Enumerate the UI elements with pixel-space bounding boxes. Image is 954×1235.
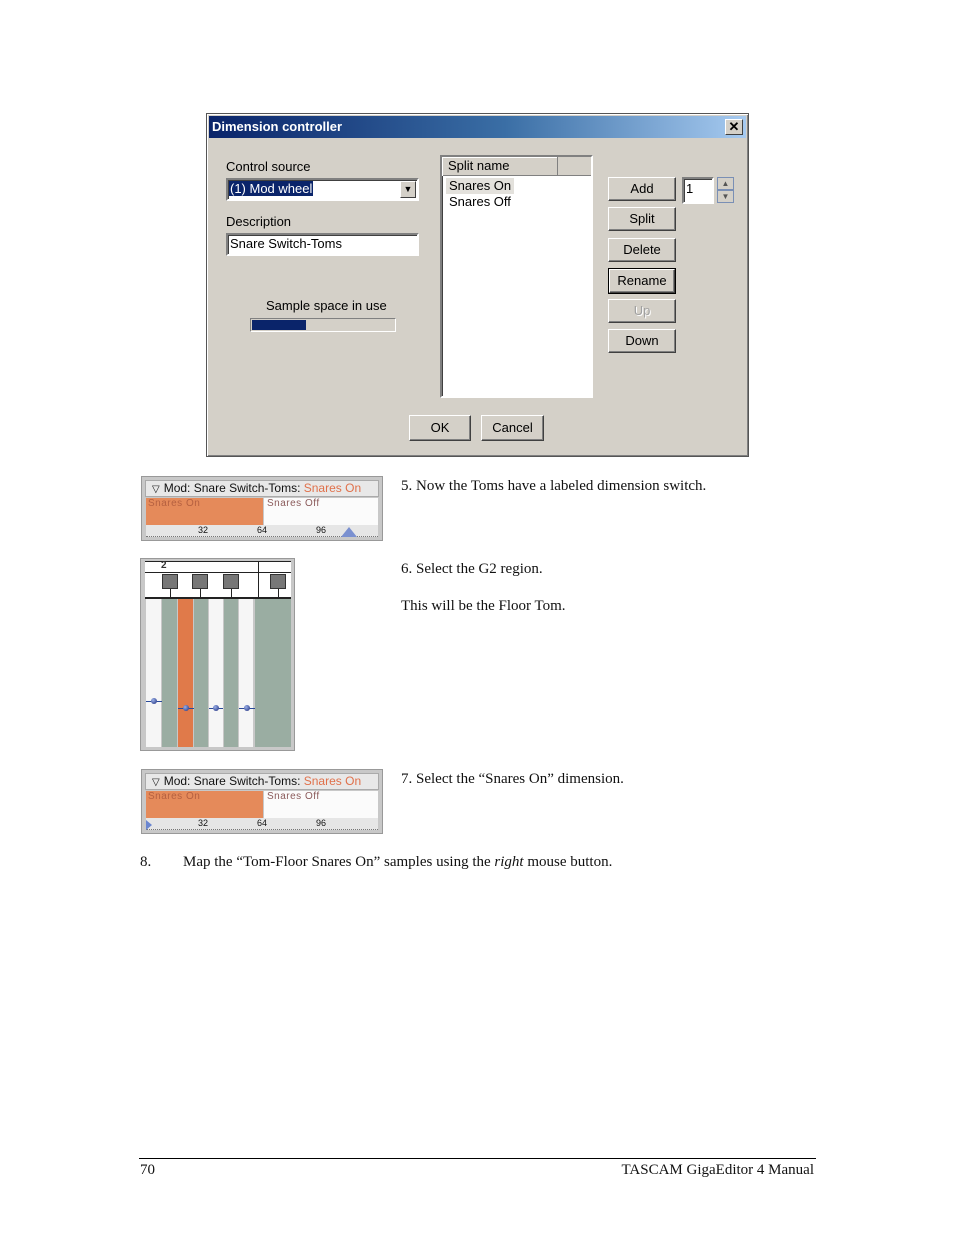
control-source-select[interactable]: (1) Mod wheel ▼ <box>226 178 419 201</box>
region-column[interactable] <box>224 599 238 747</box>
step-8-text: Map the “Tom-Floor Snares On” samples us… <box>183 854 495 870</box>
region-column[interactable] <box>255 599 291 747</box>
value-marker-icon[interactable] <box>146 820 152 830</box>
tick-label: 96 <box>316 525 327 535</box>
octave-label: 2 <box>161 560 167 571</box>
dialog-title: Dimension controller <box>212 119 343 134</box>
black-key[interactable] <box>223 574 239 589</box>
key-divider <box>278 589 279 598</box>
spin-up-icon[interactable]: ▲ <box>717 177 734 190</box>
key-divider <box>170 589 171 598</box>
step-6: 6. Select the G2 region. <box>401 561 543 577</box>
column-header-split-name[interactable]: Split name <box>442 157 558 176</box>
velocity-handle[interactable] <box>183 705 189 711</box>
zone-snares-off[interactable]: Snares Off <box>264 498 378 525</box>
region-column[interactable] <box>194 599 208 747</box>
footer-rule <box>139 1158 816 1159</box>
step-8-text-end: mouse button. <box>523 854 613 870</box>
manual-title: TASCAM GigaEditor 4 Manual <box>621 1162 814 1178</box>
region-column[interactable] <box>146 599 161 747</box>
zone-snares-on[interactable]: Snares On <box>146 498 263 525</box>
black-key[interactable] <box>270 574 286 589</box>
value-ruler[interactable]: 32 64 96 <box>146 818 378 830</box>
list-item[interactable]: Snares On <box>446 178 515 194</box>
tick-label: 64 <box>257 525 268 535</box>
zone-snares-off[interactable]: Snares Off <box>264 791 378 818</box>
step-7: 7. Select the “Snares On” dimension. <box>401 771 624 787</box>
control-source-label: Control source <box>226 159 311 174</box>
cancel-button[interactable]: Cancel <box>481 415 544 441</box>
sample-space-label: Sample space in use <box>266 298 387 313</box>
step-6-note: This will be the Floor Tom. <box>401 598 566 614</box>
count-value: 1 <box>686 181 694 196</box>
keyboard-region-view: 2 <box>140 558 295 751</box>
step-5: 5. Now the Toms have a labeled dimension… <box>401 478 707 494</box>
zone-snares-on[interactable]: Snares On <box>146 791 263 818</box>
list-header: Split name <box>442 157 591 176</box>
value-ruler[interactable]: 32 64 96 <box>146 525 378 537</box>
ok-button[interactable]: OK <box>409 415 471 441</box>
sample-space-progress <box>250 318 396 332</box>
tick-label: 32 <box>198 818 209 828</box>
mod-strip-current-zone: Snares On <box>303 774 362 788</box>
value-marker-icon[interactable] <box>340 527 357 537</box>
close-button[interactable]: ✕ <box>725 119 743 135</box>
description-label: Description <box>226 214 292 229</box>
region-column[interactable] <box>209 599 223 747</box>
down-button[interactable]: Down <box>608 329 676 353</box>
black-key[interactable] <box>192 574 208 589</box>
split-name-list[interactable]: Split name Snares On Snares Off <box>440 155 593 398</box>
mod-dimension-strip: ▽ Mod: Snare Switch-Toms: Snares On Snare… <box>141 476 383 541</box>
step-8: Map the “Tom-Floor Snares On” samples us… <box>183 853 612 871</box>
mod-strip-header[interactable]: ▽ Mod: Snare Switch-Toms: Snares On <box>145 773 379 790</box>
description-value: Snare Switch-Toms <box>230 236 342 251</box>
collapse-triangle-icon[interactable]: ▽ <box>152 482 160 497</box>
progress-fill <box>252 320 306 330</box>
collapse-triangle-icon[interactable]: ▽ <box>152 775 160 790</box>
add-button[interactable]: Add <box>608 177 676 201</box>
close-icon: ✕ <box>728 119 740 134</box>
title-bar[interactable]: Dimension controller ✕ <box>209 116 746 138</box>
keyboard: 2 <box>145 560 291 599</box>
up-button[interactable]: Up <box>608 299 676 323</box>
chevron-down-icon[interactable]: ▼ <box>400 181 416 198</box>
delete-button[interactable]: Delete <box>608 238 676 262</box>
rename-button[interactable]: Rename <box>608 268 676 294</box>
page-number: 70 <box>140 1162 155 1178</box>
region-column[interactable] <box>239 599 253 747</box>
octave-separator <box>258 562 259 597</box>
velocity-handle[interactable] <box>151 698 157 704</box>
spin-down-icon[interactable]: ▼ <box>717 190 734 203</box>
mod-strip-title: Mod: Snare Switch-Toms: <box>163 774 304 788</box>
tick-label: 64 <box>257 818 268 828</box>
control-source-value: (1) Mod wheel <box>229 181 314 196</box>
mod-strip-current-zone: Snares On <box>303 481 362 495</box>
velocity-handle[interactable] <box>213 705 219 711</box>
region-column[interactable] <box>162 599 177 747</box>
mod-strip-header[interactable]: ▽ Mod: Snare Switch-Toms: Snares On <box>145 480 379 497</box>
mod-strip-title: Mod: Snare Switch-Toms: <box>163 481 304 495</box>
description-input[interactable]: Snare Switch-Toms <box>226 233 419 256</box>
mod-dimension-strip: ▽ Mod: Snare Switch-Toms: Snares On Snare… <box>141 769 383 834</box>
black-key[interactable] <box>162 574 178 589</box>
tick-label: 96 <box>316 818 327 828</box>
list-item[interactable]: Snares Off <box>446 194 514 210</box>
step-8-emphasis: right <box>494 854 524 870</box>
split-button[interactable]: Split <box>608 207 676 231</box>
step-8-number: 8. <box>140 854 152 870</box>
velocity-handle[interactable] <box>244 705 250 711</box>
count-input[interactable]: 1 <box>682 177 714 204</box>
key-divider <box>231 589 232 598</box>
count-spinner[interactable]: ▲ ▼ <box>717 177 734 204</box>
region-column-selected[interactable] <box>178 599 193 747</box>
key-divider <box>200 589 201 598</box>
tick-label: 32 <box>198 525 209 535</box>
octave-line <box>145 572 291 573</box>
